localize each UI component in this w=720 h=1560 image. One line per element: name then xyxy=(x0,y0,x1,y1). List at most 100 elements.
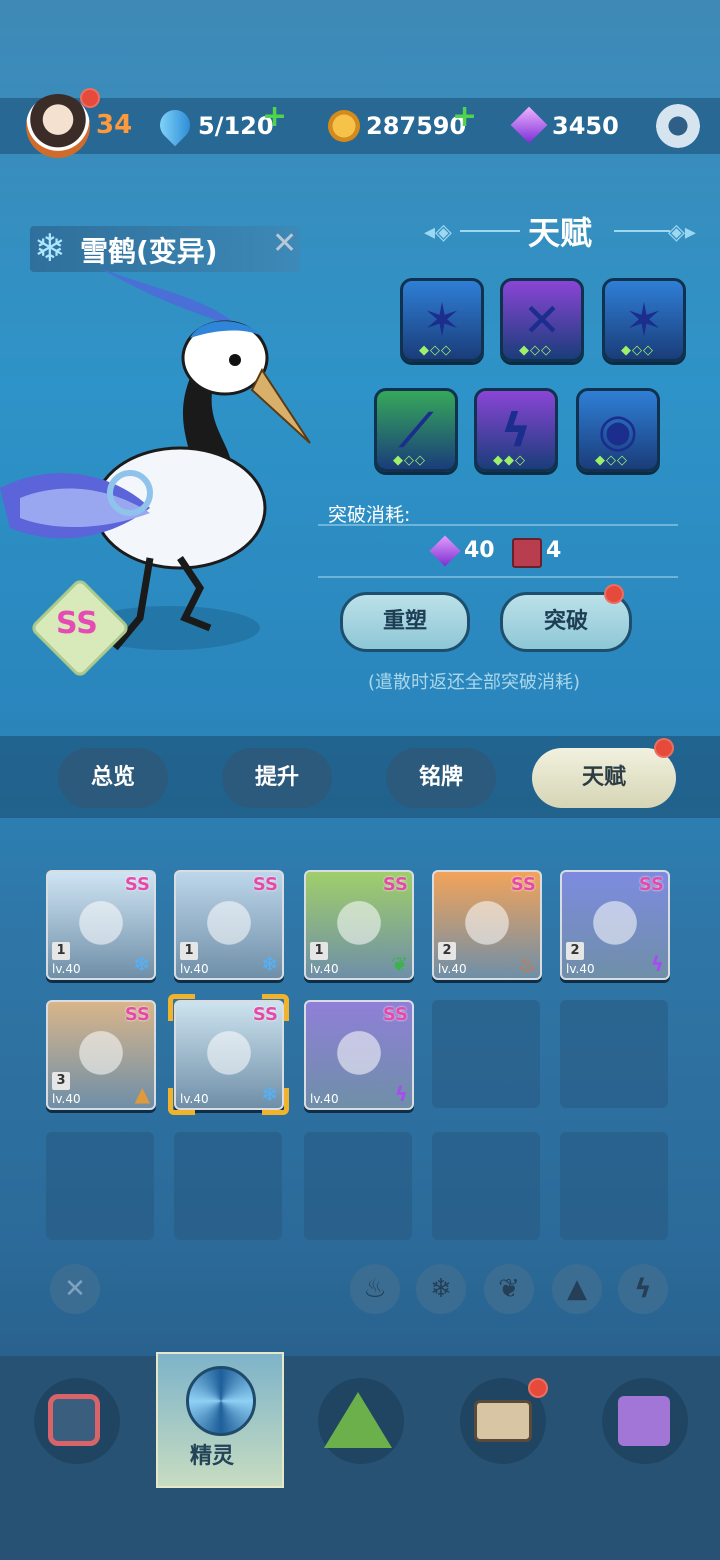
tab-nameplate[interactable]: 铭牌 xyxy=(386,748,496,808)
spirit-card[interactable]: SS 1 lv.40 ❄ xyxy=(46,870,156,980)
earth-filter-icon[interactable]: ▲ xyxy=(552,1264,602,1314)
grade-badge-text: SS xyxy=(56,606,98,641)
gem-value: 3450 xyxy=(552,112,619,140)
bag-notification-dot xyxy=(528,1378,548,1398)
card-level: lv.40 xyxy=(310,962,339,976)
card-star-count: 2 xyxy=(566,942,584,960)
card-star-count: 1 xyxy=(310,942,328,960)
talent-star-rating: ◆◇◇ xyxy=(419,343,452,358)
player-level: 34 xyxy=(96,110,133,140)
empty-spirit-slot xyxy=(46,1132,154,1240)
title-divider-right xyxy=(614,230,670,232)
card-grade: SS xyxy=(510,874,536,895)
card-level: lv.40 xyxy=(566,962,595,976)
ice-element-icon: ❄ xyxy=(133,952,150,976)
settings-gear-icon[interactable] xyxy=(656,104,700,148)
talent-tab-notification-dot xyxy=(654,738,674,758)
talent-title: 天赋 xyxy=(528,214,593,252)
grass-element-icon: ❦ xyxy=(391,952,408,976)
talent-slot[interactable]: ◉ ◆◇◇ xyxy=(576,388,660,472)
card-grade: SS xyxy=(124,1004,150,1025)
empty-spirit-slot xyxy=(432,1132,540,1240)
selection-corner xyxy=(168,994,195,1021)
empty-spirit-slot xyxy=(560,1132,668,1240)
grass-filter-icon[interactable]: ❦ xyxy=(484,1264,534,1314)
fire-element-icon: ♨ xyxy=(518,952,536,976)
card-star-count: 3 xyxy=(52,1072,70,1090)
thunder-filter-icon[interactable]: ϟ xyxy=(618,1264,668,1314)
ornament-right-icon: ◈▸ xyxy=(668,220,696,245)
card-level: lv.40 xyxy=(310,1092,339,1106)
release-spirit-button[interactable]: ✕ xyxy=(272,226,297,261)
tab-overview[interactable]: 总览 xyxy=(58,748,168,808)
talent-star-rating: ◆◇◇ xyxy=(519,343,552,358)
mountain-icon xyxy=(324,1392,392,1448)
ice-filter-icon[interactable]: ❄ xyxy=(416,1264,466,1314)
card-star-count: 2 xyxy=(438,942,456,960)
card-grade: SS xyxy=(638,874,664,895)
thunder-element-icon: ϟ xyxy=(650,952,664,976)
card-grade: SS xyxy=(124,874,150,895)
cost-divider-top xyxy=(318,524,678,526)
breakthrough-notification-dot xyxy=(604,584,624,604)
cost-gem-icon xyxy=(429,535,461,567)
spirit-card[interactable]: SS 1 lv.40 ❦ xyxy=(304,870,414,980)
talent-star-rating: ◆◆◇ xyxy=(493,453,526,468)
title-divider-left xyxy=(460,230,520,232)
card-grade: SS xyxy=(382,874,408,895)
spirit-card[interactable]: SS 2 lv.40 ϟ xyxy=(560,870,670,980)
clear-filter-button[interactable]: ✕ xyxy=(50,1264,100,1314)
talent-slot[interactable]: ✶ ◆◇◇ xyxy=(400,278,484,362)
cost-divider-bottom xyxy=(318,576,678,578)
selection-corner xyxy=(262,1088,289,1115)
talent-star-rating: ◆◇◇ xyxy=(621,343,654,358)
card-level: lv.40 xyxy=(180,962,209,976)
nav-location[interactable] xyxy=(602,1378,688,1464)
nav-spirit-label: 精灵 xyxy=(190,1444,235,1469)
bag-icon xyxy=(474,1400,532,1442)
talent-star-rating: ◆◇◇ xyxy=(393,453,426,468)
talent-star-rating: ◆◇◇ xyxy=(595,453,628,468)
card-grade: SS xyxy=(382,1004,408,1025)
stamina-add-button[interactable]: + xyxy=(262,102,287,132)
tab-talent[interactable]: 天赋 xyxy=(532,748,676,808)
reshape-button[interactable]: 重塑 xyxy=(340,592,470,652)
avatar-notification-dot xyxy=(80,88,100,108)
tab-upgrade[interactable]: 提升 xyxy=(222,748,332,808)
snow-crane-illustration xyxy=(0,268,311,651)
empty-spirit-slot xyxy=(304,1132,412,1240)
ornament-left-icon: ◂◈ xyxy=(424,220,452,245)
card-star-count: 1 xyxy=(52,942,70,960)
player-avatar[interactable] xyxy=(26,94,90,158)
coin-icon xyxy=(328,110,360,142)
ice-element-icon: ❄ xyxy=(261,952,278,976)
spirit-card[interactable]: SS 2 lv.40 ♨ xyxy=(432,870,542,980)
empty-spirit-slot xyxy=(432,1000,540,1108)
card-level: lv.40 xyxy=(438,962,467,976)
spirit-aperture-icon xyxy=(186,1366,256,1436)
talent-slot[interactable]: ϟ ◆◆◇ xyxy=(474,388,558,472)
location-pin-icon xyxy=(618,1396,670,1446)
empty-spirit-slot xyxy=(174,1132,282,1240)
cost-book-amount: 4 xyxy=(546,538,562,563)
selection-corner xyxy=(262,994,289,1021)
earth-element-icon: ▲ xyxy=(134,1082,150,1106)
spirit-card[interactable]: SS lv.40 ϟ xyxy=(304,1000,414,1110)
spirit-card[interactable]: SS 1 lv.40 ❄ xyxy=(174,870,284,980)
console-icon xyxy=(48,1394,100,1446)
card-grade: SS xyxy=(252,874,278,895)
cost-book-icon xyxy=(512,538,542,568)
card-level: lv.40 xyxy=(52,1092,81,1106)
fire-filter-icon[interactable]: ♨ xyxy=(350,1264,400,1314)
card-star-count: 1 xyxy=(180,942,198,960)
talent-slot[interactable]: ✕ ◆◇◇ xyxy=(500,278,584,362)
spirit-card[interactable]: SS 3 lv.40 ▲ xyxy=(46,1000,156,1110)
coin-add-button[interactable]: + xyxy=(452,102,477,132)
cost-gem-amount: 40 xyxy=(464,538,495,563)
breakthrough-note: (遣散时返还全部突破消耗) xyxy=(368,672,581,693)
talent-slot[interactable]: ✶ ◆◇◇ xyxy=(602,278,686,362)
nav-map[interactable] xyxy=(318,1378,404,1464)
talent-slot[interactable]: ⟋ ◆◇◇ xyxy=(374,388,458,472)
card-level: lv.40 xyxy=(52,962,81,976)
nav-console[interactable] xyxy=(34,1378,120,1464)
